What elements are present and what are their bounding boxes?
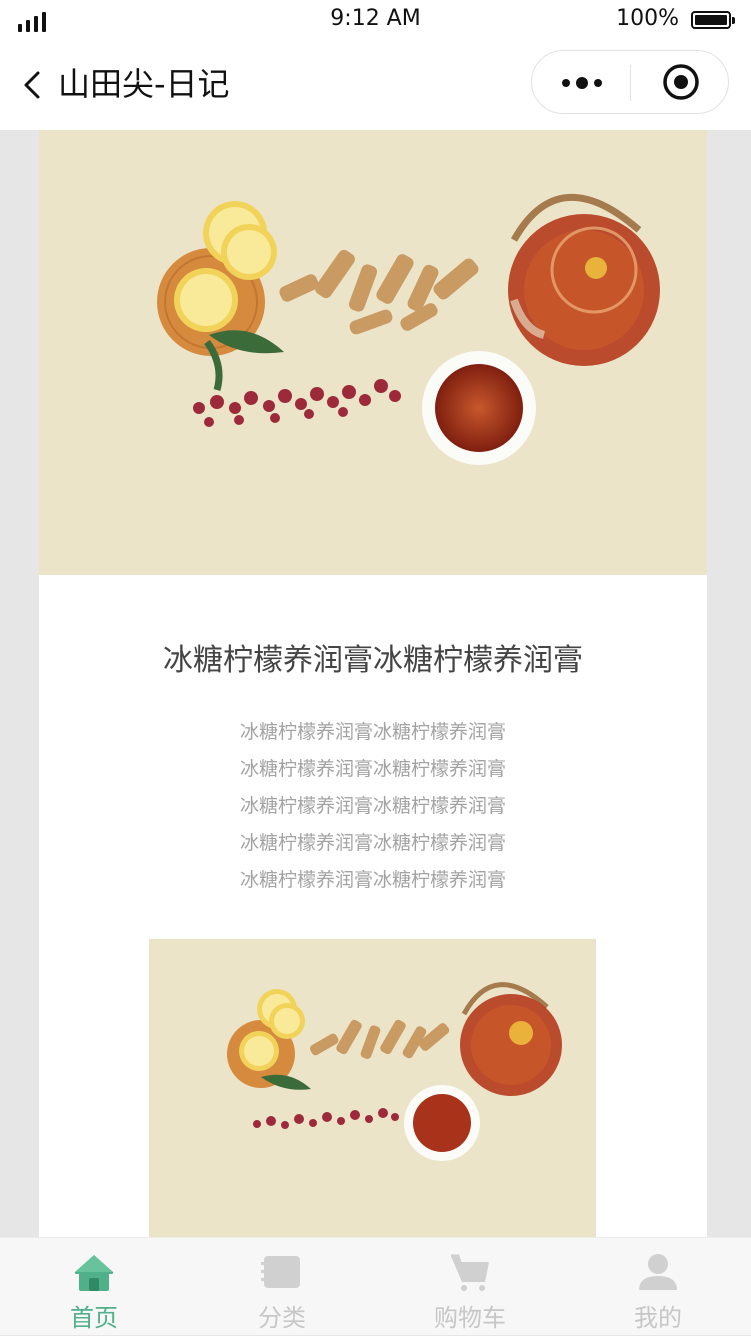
back-icon[interactable]: [20, 70, 50, 100]
battery-icon: [691, 11, 735, 31]
article-image: [149, 939, 596, 1237]
cart-icon: [451, 1254, 489, 1291]
article-line: 冰糖柠檬养润膏冰糖柠檬养润膏: [239, 721, 506, 743]
article-title: 冰糖柠檬养润膏冰糖柠檬养润膏: [163, 643, 583, 678]
article-line: 冰糖柠檬养润膏冰糖柠檬养润膏: [239, 869, 506, 891]
menu-capsule: [531, 50, 729, 114]
more-icon[interactable]: [560, 73, 604, 93]
tab-profile[interactable]: 我的: [564, 1238, 751, 1336]
tab-label: 我的: [634, 1304, 682, 1332]
tab-label: 购物车: [434, 1304, 506, 1332]
article-line: 冰糖柠檬养润膏冰糖柠檬养润膏: [239, 758, 506, 780]
battery-percent: 100%: [616, 6, 679, 31]
tab-category[interactable]: 分类: [188, 1238, 376, 1336]
tab-label: 分类: [258, 1304, 306, 1332]
capsule-divider: [630, 65, 631, 101]
user-icon: [639, 1254, 677, 1290]
tab-bar: 首页 分类 购物车 我的: [0, 1237, 751, 1335]
article-body: 冰糖柠檬养润膏冰糖柠檬养润膏 冰糖柠檬养润膏冰糖柠檬养润膏 冰糖柠檬养润膏冰糖柠…: [39, 714, 707, 899]
tab-label: 首页: [70, 1304, 118, 1332]
article-line: 冰糖柠檬养润膏冰糖柠檬养润膏: [239, 795, 506, 817]
nav-bar: 山田尖-日记: [0, 44, 751, 130]
page-title: 山田尖-日记: [58, 65, 230, 103]
article-line: 冰糖柠檬养润膏冰糖柠檬养润膏: [239, 832, 506, 854]
close-miniprogram-icon[interactable]: [662, 63, 700, 101]
status-bar: 9:12 AM 100%: [0, 0, 751, 44]
home-icon: [74, 1255, 114, 1291]
category-icon: [261, 1256, 300, 1288]
tab-home[interactable]: 首页: [0, 1238, 188, 1336]
hero-image: [39, 130, 707, 575]
tab-cart[interactable]: 购物车: [376, 1238, 564, 1336]
article-content: 冰糖柠檬养润膏冰糖柠檬养润膏 冰糖柠檬养润膏冰糖柠檬养润膏 冰糖柠檬养润膏冰糖柠…: [39, 130, 707, 1237]
